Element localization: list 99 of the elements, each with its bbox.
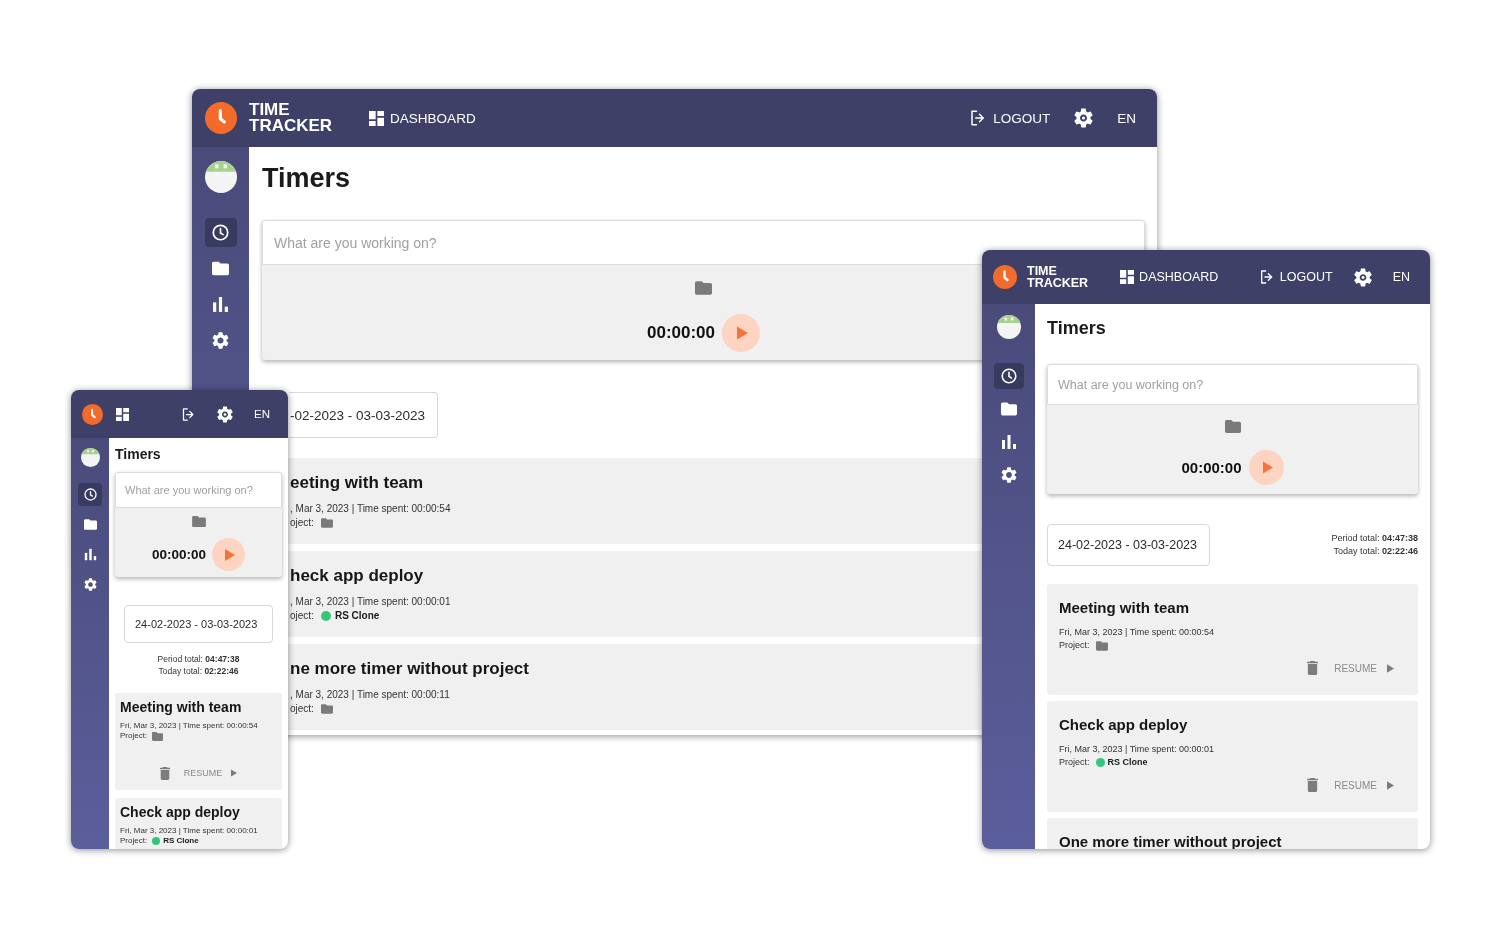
logo-icon (993, 265, 1017, 289)
trash-icon[interactable] (159, 766, 170, 780)
dashboard-link[interactable] (116, 407, 129, 421)
folder-icon (212, 260, 229, 277)
timer-display: 00:00:00 (151, 547, 206, 562)
logout-button[interactable] (181, 406, 196, 422)
play-icon (1262, 461, 1273, 474)
date-range-field[interactable]: 24-02-2023 - 03-03-2023 (1047, 524, 1210, 566)
entry-title: Meeting with team (120, 699, 242, 715)
sidebar-item[interactable] (204, 218, 237, 247)
total-text: Period total: 04:47:38 (157, 653, 240, 665)
logout-button[interactable]: LOGOUT (969, 109, 1051, 127)
page-title: Timers (262, 162, 351, 194)
grid-icon (369, 110, 385, 126)
entry-details: Fri, Mar 3, 2023 | Time spent: 00:00:01 (1059, 743, 1214, 756)
project-label: oject: (290, 702, 314, 716)
folder-icon[interactable] (695, 281, 712, 295)
folder-icon[interactable] (1224, 420, 1241, 433)
project-label: oject: (290, 609, 314, 623)
page-title: Timers (1047, 317, 1106, 339)
project-label: Project: (1059, 639, 1090, 652)
dashboard-link[interactable]: DASHBOARD (369, 110, 476, 126)
grid-icon (1120, 270, 1135, 284)
avatar-icon (204, 161, 237, 193)
timer-display: 00:00:00 (646, 323, 716, 343)
logo-icon (205, 102, 237, 134)
start-button[interactable] (1248, 450, 1284, 485)
play-icon (1387, 780, 1394, 790)
project-name: RS Clone (1107, 756, 1148, 769)
bar-chart-icon (212, 296, 229, 313)
total-text: Today total: 02:22:46 (157, 665, 240, 677)
date-range-field[interactable]: 24-02-2023 - 03-03-2023 (124, 605, 273, 643)
project-label: Project: (1059, 756, 1090, 769)
bar-chart-icon (1000, 434, 1017, 450)
project-name: RS Clone (163, 836, 199, 846)
app-brand: TIME TRACKER (249, 102, 333, 134)
project-label: Project: (120, 836, 148, 846)
trash-icon[interactable] (1307, 661, 1319, 675)
language-button[interactable]: EN (254, 408, 270, 420)
gear-icon (83, 578, 97, 591)
gear-icon (1000, 467, 1017, 483)
settings-icon[interactable] (1074, 108, 1094, 128)
folder-icon[interactable] (320, 704, 333, 714)
settings-icon[interactable] (217, 405, 233, 423)
project-label: Project: (120, 731, 148, 741)
entry-details: , Mar 3, 2023 | Time spent: 00:00:54 (290, 502, 451, 516)
play-icon (225, 548, 235, 561)
total-text: Period total: 04:47:38 (1331, 532, 1418, 545)
page-title: Timers (115, 446, 161, 463)
gear-icon (212, 332, 229, 349)
grid-icon (116, 407, 129, 421)
settings-icon[interactable] (1353, 267, 1372, 287)
entry-title: Check app deploy (120, 804, 240, 820)
folder-icon (1000, 401, 1017, 417)
avatar-icon (80, 448, 100, 467)
folder-icon[interactable] (191, 516, 206, 527)
entry-details: , Mar 3, 2023 | Time spent: 00:00:01 (290, 595, 451, 609)
clock-icon (83, 488, 97, 501)
bar-chart-icon (83, 548, 97, 561)
start-button[interactable] (212, 538, 245, 571)
project-name: RS Clone (334, 609, 380, 623)
task-input[interactable]: What are you working on? (115, 472, 282, 508)
entry-title: ne more timer without project (290, 659, 529, 679)
entry-title: Meeting with team (1059, 599, 1189, 617)
logout-button[interactable]: LOGOUT (1258, 269, 1333, 285)
folder-icon[interactable] (152, 731, 164, 741)
folder-icon[interactable] (320, 518, 333, 528)
play-icon (737, 326, 749, 340)
entry-title: Check app deploy (1059, 716, 1188, 734)
language-button[interactable]: EN (1117, 110, 1136, 126)
total-text: Today total: 02:22:46 (1332, 545, 1418, 558)
date-range-field[interactable]: -02-2023 - 03-03-2023 (289, 392, 438, 438)
task-input[interactable]: What are you working on? (1047, 364, 1418, 405)
clock-icon (1000, 368, 1017, 384)
logo-icon (82, 403, 103, 425)
app-brand: TIME TRACKER (1027, 265, 1089, 289)
timer-display: 00:00:00 (1181, 459, 1242, 476)
trash-icon[interactable] (1307, 778, 1319, 792)
entry-details: , Mar 3, 2023 | Time spent: 00:00:11 (290, 688, 450, 702)
entry-details: Fri, Mar 3, 2023 | Time spent: 00:00:01 (120, 826, 258, 836)
play-icon (231, 769, 238, 777)
sidebar-item[interactable] (78, 483, 102, 506)
sidebar-item[interactable] (993, 363, 1024, 389)
entry-details: Fri, Mar 3, 2023 | Time spent: 00:00:54 (120, 721, 258, 731)
task-input[interactable]: What are you working on? (262, 220, 1145, 265)
project-label: oject: (290, 516, 314, 530)
entry-details: Fri, Mar 3, 2023 | Time spent: 00:00:54 (1059, 626, 1214, 639)
clock-icon (212, 224, 229, 241)
start-button[interactable] (722, 314, 761, 352)
play-icon (1387, 663, 1394, 673)
entry-title: heck app deploy (290, 566, 424, 586)
entry-title: eeting with team (290, 473, 424, 493)
language-button[interactable]: EN (1392, 270, 1410, 284)
logout-icon (1258, 269, 1275, 285)
folder-icon[interactable] (1095, 640, 1108, 651)
dashboard-link[interactable]: DASHBOARD (1120, 270, 1219, 284)
folder-icon (83, 518, 97, 531)
avatar-icon (996, 315, 1021, 339)
logout-icon (181, 406, 196, 422)
